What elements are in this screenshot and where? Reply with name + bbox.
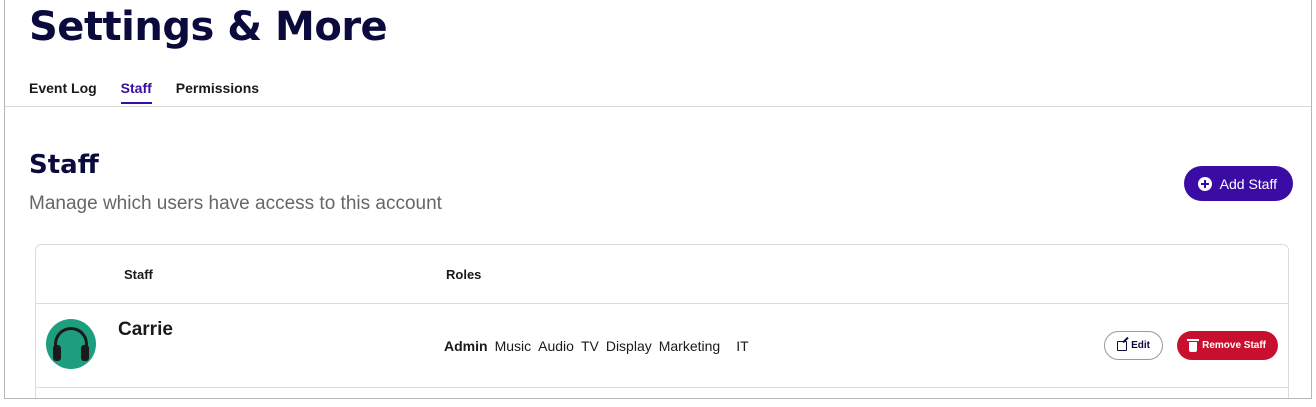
remove-staff-button[interactable]: Remove Staff bbox=[1177, 331, 1278, 360]
edit-icon bbox=[1117, 340, 1128, 351]
role-tv: TV bbox=[580, 338, 599, 354]
add-staff-button[interactable]: Add Staff bbox=[1183, 166, 1293, 201]
tab-staff[interactable]: Staff bbox=[120, 80, 152, 104]
headphones-avatar-icon bbox=[46, 319, 96, 369]
header-divider bbox=[36, 303, 1288, 304]
role-display: Display bbox=[605, 338, 652, 354]
row-divider bbox=[36, 387, 1288, 388]
plus-circle-icon bbox=[1197, 176, 1212, 191]
staff-name: Carrie bbox=[118, 319, 173, 340]
role-audio: Audio bbox=[538, 338, 574, 354]
tab-permissions[interactable]: Permissions bbox=[176, 80, 259, 104]
add-staff-label: Add Staff bbox=[1219, 175, 1277, 192]
app-frame: Settings & More Event Log Staff Permissi… bbox=[4, 0, 1312, 399]
staff-table: Staff Roles Carrie Admin Music Audio TV … bbox=[35, 244, 1289, 398]
role-music: Music bbox=[494, 338, 532, 354]
section-title: Staff bbox=[29, 150, 99, 180]
tabs-divider bbox=[5, 106, 1311, 107]
page-title: Settings & More bbox=[29, 4, 388, 50]
column-header-staff: Staff bbox=[124, 267, 153, 282]
staff-roles: Admin Music Audio TV Display Marketing I… bbox=[444, 338, 749, 354]
column-header-roles: Roles bbox=[446, 267, 482, 282]
trash-icon bbox=[1187, 338, 1200, 352]
edit-label: Edit bbox=[1131, 340, 1150, 351]
tab-event-log[interactable]: Event Log bbox=[29, 80, 97, 104]
edit-staff-button[interactable]: Edit bbox=[1104, 331, 1163, 360]
role-it: IT bbox=[736, 338, 749, 354]
settings-tabs: Event Log Staff Permissions bbox=[29, 80, 259, 104]
section-subtitle: Manage which users have access to this a… bbox=[29, 193, 442, 214]
remove-label: Remove Staff bbox=[1202, 340, 1266, 351]
role-marketing: Marketing bbox=[658, 338, 721, 354]
role-admin: Admin bbox=[444, 338, 488, 354]
